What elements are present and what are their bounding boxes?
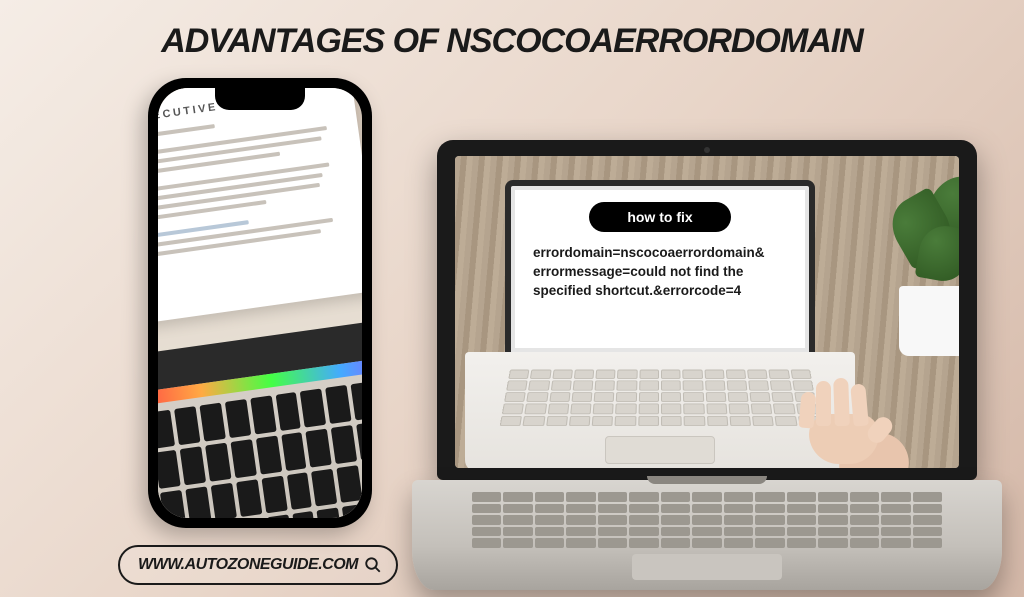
laptop-device: how to fix errordomain=nscocoaerrordomai…: [412, 140, 1002, 590]
laptop-base: [412, 480, 1002, 590]
website-pill[interactable]: WWW.AUTOZONEGUIDE.COM: [118, 545, 398, 585]
error-line-1: errordomain=nscocoaerrordomain&: [533, 244, 787, 263]
error-message: errordomain=nscocoaerrordomain& errormes…: [533, 244, 787, 301]
phone-frame: EXECUTIVE SUMMARY: [158, 88, 362, 518]
phone-device: EXECUTIVE SUMMARY: [148, 78, 372, 528]
phone-document-body: [158, 107, 350, 256]
plant-decoration: [859, 156, 959, 356]
inner-laptop-screen: how to fix errordomain=nscocoaerrordomai…: [505, 180, 815, 352]
phone-screen: EXECUTIVE SUMMARY: [158, 88, 362, 518]
inner-display: how to fix errordomain=nscocoaerrordomai…: [515, 190, 805, 348]
hand-illustration: [779, 374, 909, 468]
page-title: ADVANTAGES OF NSCOCOAERRORDOMAIN: [161, 22, 863, 61]
inner-keyboard: [500, 370, 821, 426]
outer-trackpad: [632, 554, 782, 580]
how-to-fix-pill: how to fix: [589, 202, 730, 232]
error-line-2: errormessage=could not find the: [533, 263, 787, 282]
phone-keyboard-photo: [158, 313, 362, 518]
inner-trackpad: [605, 436, 715, 464]
laptop-hinge: [647, 476, 767, 484]
camera-icon: [704, 147, 710, 153]
phone-document: EXECUTIVE SUMMARY: [158, 88, 362, 324]
phone-notch: [215, 88, 305, 110]
error-line-3: specified shortcut.&errorcode=4: [533, 282, 787, 301]
outer-keyboard: [472, 492, 942, 548]
website-url: WWW.AUTOZONEGUIDE.COM: [138, 556, 358, 574]
search-icon: [364, 556, 382, 574]
laptop-screen-bezel: how to fix errordomain=nscocoaerrordomai…: [437, 140, 977, 480]
laptop-display: how to fix errordomain=nscocoaerrordomai…: [455, 156, 959, 468]
